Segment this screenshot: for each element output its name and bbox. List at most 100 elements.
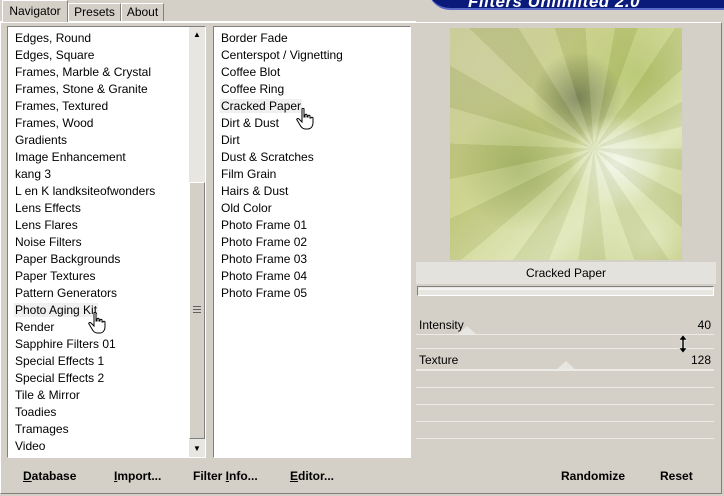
filter-info-label: nfo...: [229, 469, 258, 483]
category-item[interactable]: Frames, Textured: [8, 98, 205, 115]
category-item-label: Special Effects 2: [15, 371, 105, 385]
filter-item[interactable]: Film Grain: [214, 166, 410, 183]
texture-label: Texture: [419, 353, 459, 367]
category-item[interactable]: Frames, Stone & Granite: [8, 81, 205, 98]
filter-item[interactable]: Photo Frame 03: [214, 251, 410, 268]
category-item-label: Lens Flares: [15, 218, 78, 232]
filter-item[interactable]: Coffee Blot: [214, 64, 410, 81]
category-item-label: Render: [15, 320, 55, 334]
right-button-bar: Randomize Reset: [416, 461, 716, 489]
category-item[interactable]: kang 3: [8, 166, 205, 183]
filter-item[interactable]: Centerspot / Vignetting: [214, 47, 410, 64]
filter-item[interactable]: Dirt: [214, 132, 410, 149]
filter-list-panel: Border Fade Centerspot / Vignetting Coffee…: [213, 26, 411, 458]
editor-button[interactable]: Editor...: [290, 467, 334, 485]
filter-item[interactable]: Dust & Scratches: [214, 149, 410, 166]
category-item[interactable]: Image Enhancement: [8, 149, 205, 166]
filter-item-label: Dirt: [221, 133, 240, 147]
category-item[interactable]: L en K landksiteofwonders: [8, 183, 205, 200]
filter-info-button[interactable]: Filter Info...: [193, 467, 258, 485]
filter-item[interactable]: Old Color: [214, 200, 410, 217]
category-item[interactable]: Paper Backgrounds: [8, 251, 205, 268]
category-item-label: Paper Textures: [15, 269, 96, 283]
vertical-resize-cursor-icon: [678, 335, 688, 353]
filter-item[interactable]: Photo Frame 01: [214, 217, 410, 234]
category-list-panel: Edges, Round Edges, Square Frames, Marble …: [7, 26, 206, 458]
empty-slider-line: [416, 404, 714, 405]
category-item[interactable]: Edges, Round: [8, 30, 205, 47]
category-item[interactable]: Edges, Square: [8, 47, 205, 64]
filter-item[interactable]: Photo Frame 04: [214, 268, 410, 285]
scroll-thumb[interactable]: [189, 182, 205, 439]
editor-label: ditor...: [298, 469, 335, 483]
intensity-slider[interactable]: Intensity 40: [416, 318, 714, 335]
category-item-label: L en K landksiteofwonders: [15, 184, 156, 198]
category-item[interactable]: Lens Effects: [8, 200, 205, 217]
filter-item-label: Film Grain: [221, 167, 277, 181]
filter-info-label-pre: Filter: [193, 469, 226, 483]
category-item-label: Paper Backgrounds: [15, 252, 121, 266]
scroll-up-button[interactable]: ▲: [189, 27, 205, 43]
filter-item-label: Coffee Ring: [221, 82, 285, 96]
category-item[interactable]: Toadies: [8, 404, 205, 421]
category-item-label: Gradients: [15, 133, 68, 147]
database-button[interactable]: Database: [23, 467, 76, 485]
database-label: atabase: [31, 469, 77, 483]
filter-item-label: Centerspot / Vignetting: [221, 48, 343, 62]
category-item-label: Edges, Square: [15, 48, 95, 62]
left-button-bar: Database Import... Filter Info... Editor…: [7, 461, 411, 489]
tab-navigator[interactable]: Navigator: [2, 0, 68, 22]
editor-mnemonic: E: [290, 469, 299, 483]
category-item[interactable]: Gradients: [8, 132, 205, 149]
category-item[interactable]: Tramages: [8, 421, 205, 438]
category-item[interactable]: Photo Aging Kit: [8, 302, 205, 319]
hand-cursor-icon: [296, 108, 314, 130]
texture-value: 128: [690, 353, 711, 367]
intensity-value: 40: [697, 318, 711, 332]
scroll-down-button[interactable]: ▼: [189, 441, 205, 457]
category-item-label: Frames, Marble & Crystal: [15, 65, 152, 79]
category-item[interactable]: Noise Filters: [8, 234, 205, 251]
category-item[interactable]: Tile & Mirror: [8, 387, 205, 404]
category-item[interactable]: Render: [8, 319, 205, 336]
import-button[interactable]: Import...: [114, 467, 161, 485]
slider-thumb-icon[interactable]: [557, 361, 575, 369]
category-item[interactable]: Special Effects 1: [8, 353, 205, 370]
category-item[interactable]: Frames, Wood: [8, 115, 205, 132]
category-item-label: Lens Effects: [15, 201, 81, 215]
filter-item[interactable]: Coffee Ring: [214, 81, 410, 98]
filter-item-label: Dirt & Dust: [221, 116, 280, 130]
tab-about[interactable]: About: [121, 3, 164, 22]
category-item[interactable]: Special Effects 2: [8, 370, 205, 387]
filter-item-label: Old Color: [221, 201, 272, 215]
category-item[interactable]: Pattern Generators: [8, 285, 205, 302]
category-item[interactable]: Sapphire Filters 01: [8, 336, 205, 353]
category-item-label: Frames, Stone & Granite: [15, 82, 148, 96]
category-scrollbar[interactable]: ▲ ▼: [189, 27, 205, 457]
category-item[interactable]: Lens Flares: [8, 217, 205, 234]
filter-item-label: Coffee Blot: [221, 65, 281, 79]
category-item-label: Special Effects 1: [15, 354, 105, 368]
category-item-label: Sapphire Filters 01: [15, 337, 116, 351]
empty-slider-line: [416, 387, 714, 388]
category-list: Edges, Round Edges, Square Frames, Marble …: [8, 30, 205, 455]
filter-item[interactable]: Hairs & Dust: [214, 183, 410, 200]
progress-bar: [417, 286, 714, 296]
preview-image[interactable]: [450, 28, 682, 260]
reset-button[interactable]: Reset: [660, 467, 693, 485]
app-logo-banner: Filters Unlimited 2.0: [420, 0, 724, 12]
filter-item[interactable]: Border Fade: [214, 30, 410, 47]
tab-presets[interactable]: Presets: [68, 3, 121, 22]
category-item-label: Frames, Wood: [15, 116, 94, 130]
filter-item[interactable]: Photo Frame 02: [214, 234, 410, 251]
randomize-button[interactable]: Randomize: [561, 467, 625, 485]
filter-item-label: Photo Frame 02: [221, 235, 308, 249]
category-item[interactable]: Video: [8, 438, 205, 455]
category-item[interactable]: Paper Textures: [8, 268, 205, 285]
category-item-label: Image Enhancement: [15, 150, 126, 164]
category-item-label: Tramages: [15, 422, 69, 436]
empty-slider-line: [416, 421, 714, 422]
filter-item[interactable]: Photo Frame 05: [214, 285, 410, 302]
texture-slider[interactable]: Texture 128: [416, 353, 714, 370]
category-item[interactable]: Frames, Marble & Crystal: [8, 64, 205, 81]
